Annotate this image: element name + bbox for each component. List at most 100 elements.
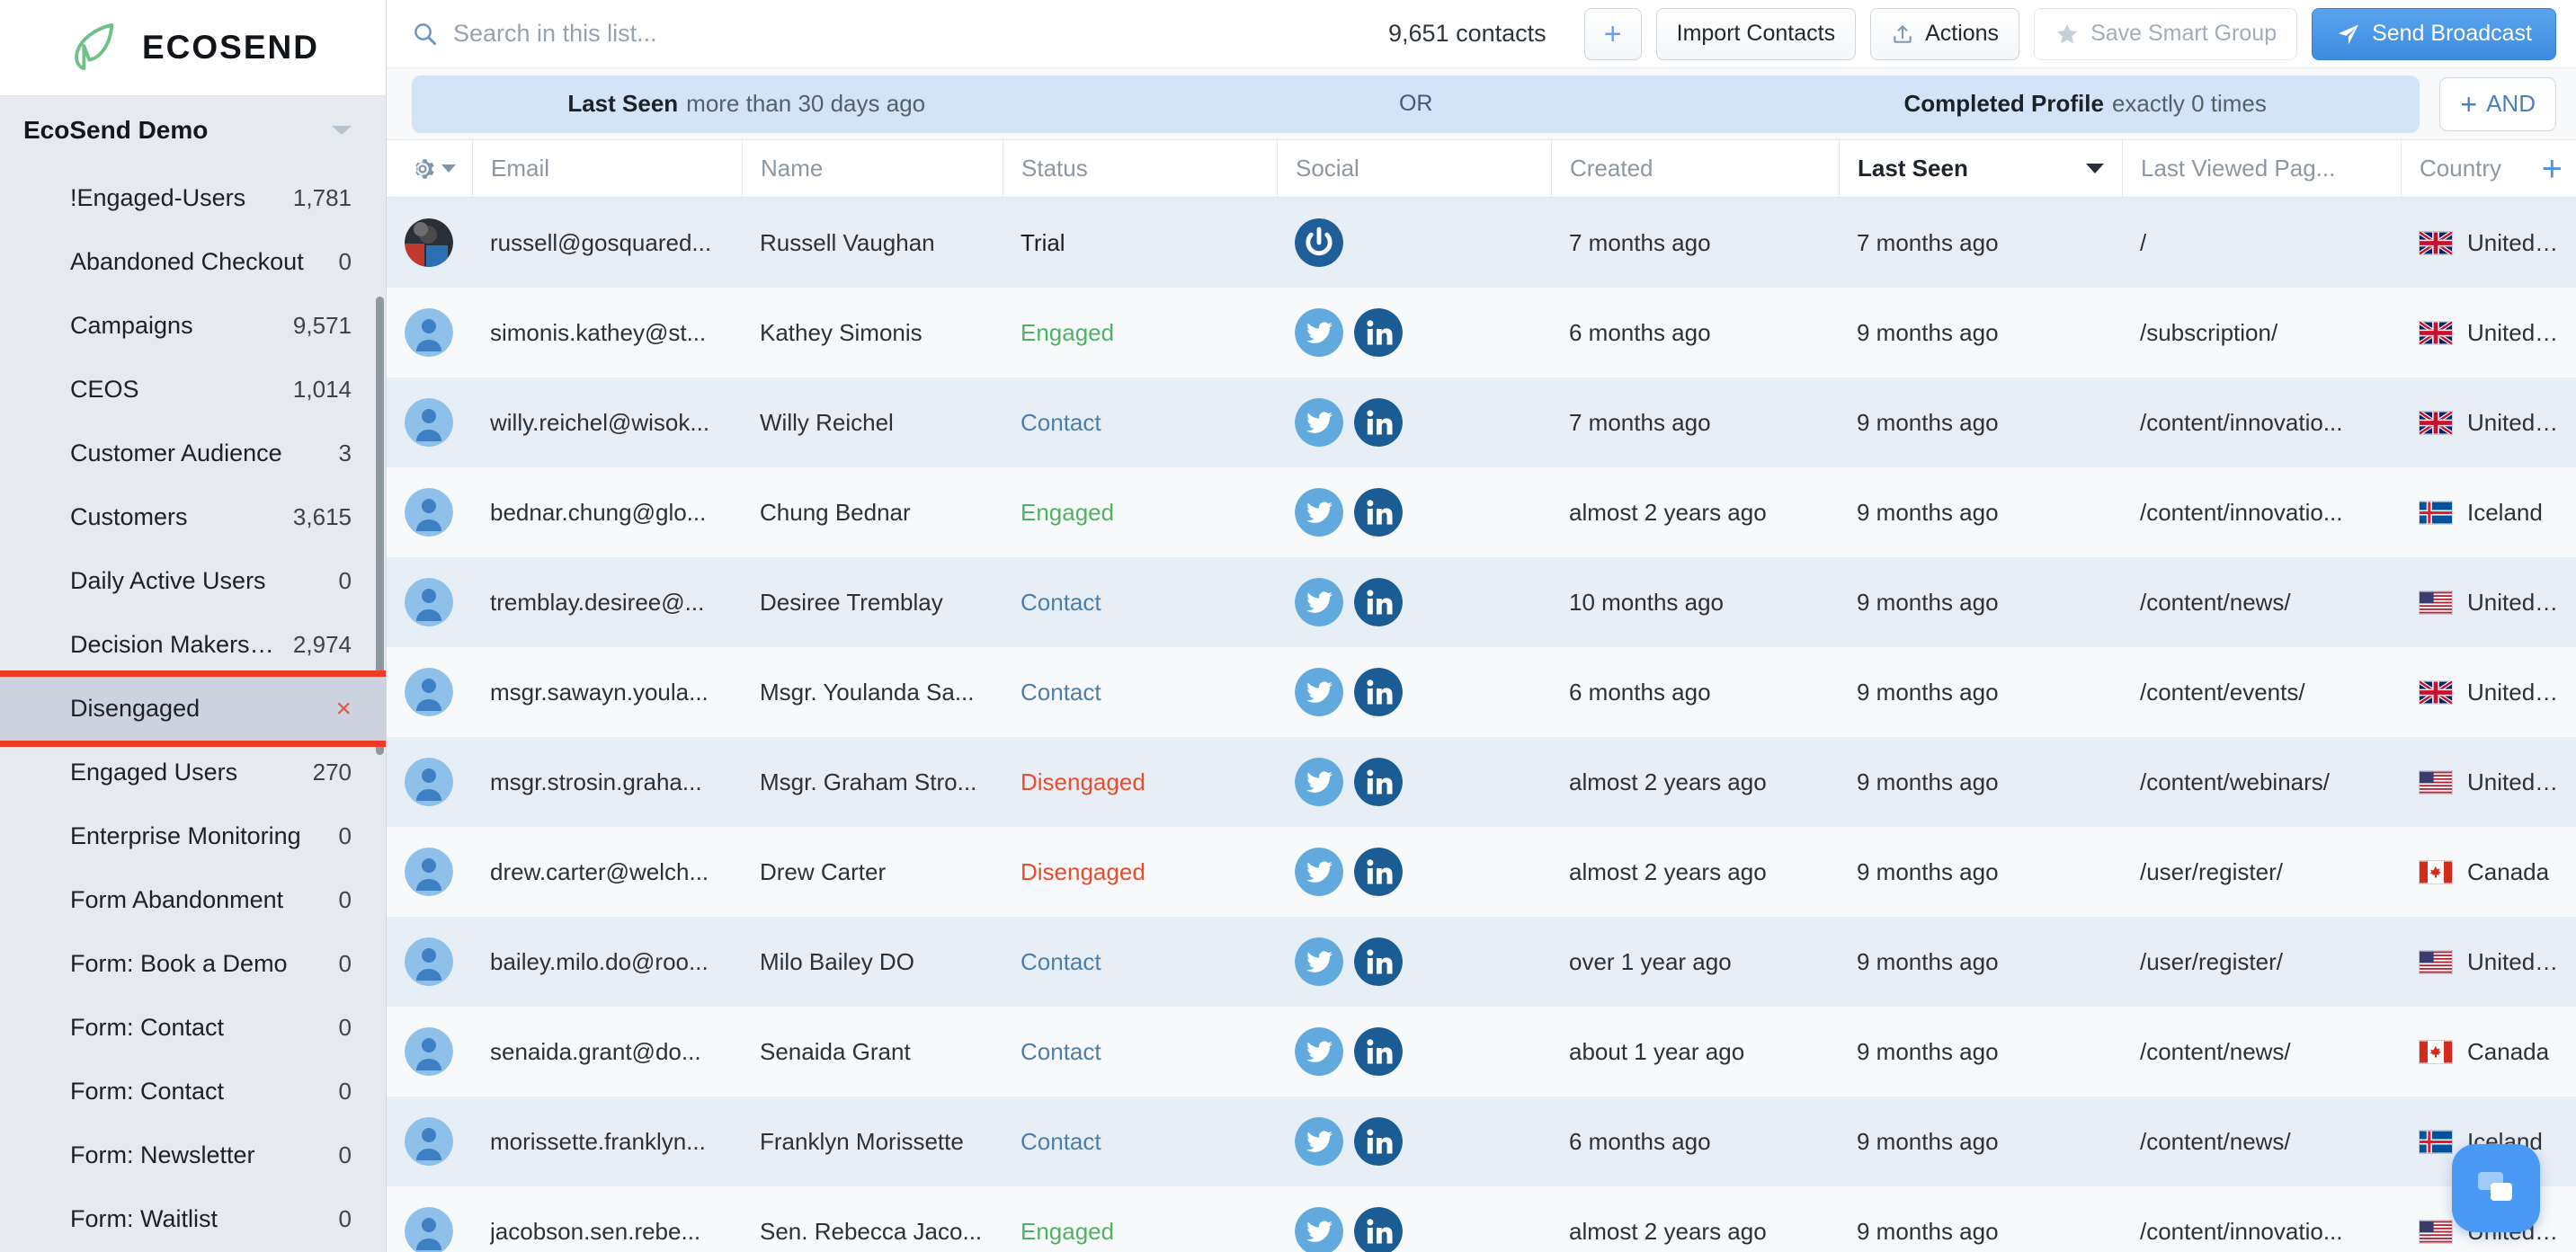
twitter-icon[interactable]	[1295, 1117, 1343, 1166]
avatar[interactable]	[405, 1027, 453, 1076]
linkedin-icon[interactable]	[1354, 488, 1403, 537]
linkedin-icon[interactable]	[1354, 578, 1403, 626]
twitter-icon[interactable]	[1295, 937, 1343, 986]
twitter-icon[interactable]	[1295, 488, 1343, 537]
filter-joiner[interactable]: OR	[1081, 91, 1750, 117]
avatar[interactable]	[405, 668, 453, 716]
linkedin-icon[interactable]	[1354, 1117, 1403, 1166]
twitter-icon[interactable]	[1295, 668, 1343, 716]
sidebar-item-form-contact[interactable]: Form: Contact 0	[0, 1060, 386, 1123]
sidebar-item-form-waitlist[interactable]: Form: Waitlist 0	[0, 1187, 386, 1251]
column-header-status[interactable]: Status	[1003, 140, 1277, 197]
close-icon[interactable]: ×	[335, 695, 352, 723]
filter-pill[interactable]: Last Seen more than 30 days ago OR Compl…	[412, 75, 2420, 133]
table-row[interactable]: bailey.milo.do@roo... Milo Bailey DO Conta…	[387, 917, 2576, 1007]
cell-country: Canada	[2401, 1007, 2576, 1097]
send-broadcast-button[interactable]: Send Broadcast	[2312, 7, 2556, 60]
add-and-filter-button[interactable]: + AND	[2439, 76, 2556, 131]
save-smart-group-button[interactable]: Save Smart Group	[2034, 7, 2298, 60]
table-row[interactable]: drew.carter@welch... Drew Carter Disengage…	[387, 827, 2576, 917]
column-header-social[interactable]: Social	[1277, 140, 1551, 197]
import-contacts-button[interactable]: Import Contacts	[1655, 7, 1857, 60]
table-row[interactable]: simonis.kathey@st... Kathey Simonis Engage…	[387, 288, 2576, 377]
sidebar-item-enterprise-monitoring[interactable]: Enterprise Monitoring 0	[0, 804, 386, 868]
linkedin-icon[interactable]	[1354, 398, 1403, 447]
linkedin-icon[interactable]	[1354, 308, 1403, 357]
chat-widget-button[interactable]	[2452, 1144, 2540, 1232]
column-settings-button[interactable]	[387, 140, 472, 197]
avatar[interactable]	[405, 1117, 453, 1166]
avatar[interactable]	[405, 578, 453, 626]
sidebar-item-abandoned-checkout[interactable]: Abandoned Checkout 0	[0, 230, 386, 294]
country-wrap: Canada	[2419, 858, 2549, 886]
linkedin-icon[interactable]	[1354, 848, 1403, 896]
filter-condition-2[interactable]: Completed Profile exactly 0 times	[1751, 90, 2420, 118]
sidebar-item-decision-makers[interactable]: Decision Makers -... 2,974	[0, 613, 386, 677]
add-column-icon[interactable]: +	[2542, 151, 2563, 187]
table-row[interactable]: msgr.sawayn.youla... Msgr. Youlanda Sa...…	[387, 647, 2576, 737]
avatar[interactable]	[405, 488, 453, 537]
actions-button[interactable]: Actions	[1870, 7, 2020, 60]
table-row[interactable]: bednar.chung@glo... Chung Bednar Engaged al…	[387, 467, 2576, 557]
sidebar-item-form-abandonment[interactable]: Form Abandonment 0	[0, 868, 386, 932]
linkedin-icon[interactable]	[1354, 668, 1403, 716]
column-header-email[interactable]: Email	[472, 140, 742, 197]
brand-header[interactable]: ECOSEND	[0, 0, 386, 96]
sidebar-item-count: 0	[338, 248, 352, 275]
table-row[interactable]: willy.reichel@wisok... Willy Reichel Conta…	[387, 377, 2576, 467]
sidebar-item-disengaged[interactable]: Disengaged ×	[0, 670, 386, 747]
twitter-icon[interactable]	[1295, 578, 1343, 626]
sidebar-item-engaged-users[interactable]: Engaged Users 270	[0, 741, 386, 804]
column-header-country[interactable]: Country +	[2401, 140, 2576, 197]
column-header-last-viewed-page[interactable]: Last Viewed Pag...	[2122, 140, 2401, 197]
table-row[interactable]: tremblay.desiree@... Desiree Tremblay Cont…	[387, 557, 2576, 647]
avatar[interactable]	[405, 937, 453, 986]
column-header-last-seen[interactable]: Last Seen	[1839, 140, 2122, 197]
twitter-icon[interactable]	[1295, 758, 1343, 806]
and-label: AND	[2486, 90, 2536, 117]
search-box[interactable]	[412, 20, 1388, 48]
sidebar-item-form-newsletter[interactable]: Form: Newsletter 0	[0, 1123, 386, 1187]
account-switcher[interactable]: EcoSend Demo	[0, 96, 386, 164]
table-row[interactable]: jacobson.sen.rebe... Sen. Rebecca Jaco...…	[387, 1186, 2576, 1252]
sidebar-item-label: Decision Makers -...	[70, 631, 277, 658]
power-icon[interactable]	[1295, 218, 1343, 267]
avatar[interactable]	[405, 308, 453, 357]
twitter-icon[interactable]	[1295, 1207, 1343, 1252]
linkedin-icon[interactable]	[1354, 1027, 1403, 1076]
sidebar-item-form-contact[interactable]: Form: Contact 0	[0, 996, 386, 1060]
avatar[interactable]	[405, 398, 453, 447]
column-header-name[interactable]: Name	[742, 140, 1003, 197]
table-row[interactable]: russell@gosquared... Russell Vaughan Trial…	[387, 198, 2576, 288]
table-row[interactable]: senaida.grant@do... Senaida Grant Contact a…	[387, 1007, 2576, 1097]
twitter-icon[interactable]	[1295, 848, 1343, 896]
table-row[interactable]: morissette.franklyn... Franklyn Morissett…	[387, 1097, 2576, 1186]
sidebar-item-customer-audience[interactable]: Customer Audience 3	[0, 422, 386, 485]
twitter-icon[interactable]	[1295, 308, 1343, 357]
cell-status: Contact	[1003, 917, 1277, 1007]
linkedin-icon[interactable]	[1354, 1207, 1403, 1252]
avatar[interactable]	[405, 848, 453, 896]
avatar[interactable]	[405, 218, 453, 267]
add-contact-button[interactable]: +	[1583, 7, 1642, 60]
sidebar-item-form-book-a-demo[interactable]: Form: Book a Demo 0	[0, 932, 386, 996]
sidebar-item-customers[interactable]: Customers 3,615	[0, 485, 386, 549]
twitter-icon[interactable]	[1295, 1027, 1343, 1076]
cell-country: United King...	[2401, 288, 2576, 377]
column-header-created[interactable]: Created	[1551, 140, 1839, 197]
cell-created-text: 6 months ago	[1569, 318, 1711, 346]
cell-country: United State...	[2401, 737, 2576, 827]
twitter-icon[interactable]	[1295, 398, 1343, 447]
sidebar-item-campaigns[interactable]: Campaigns 9,571	[0, 294, 386, 358]
sidebar-item-daily-active-users[interactable]: Daily Active Users 0	[0, 549, 386, 613]
linkedin-icon[interactable]	[1354, 937, 1403, 986]
cell-last-viewed-page: /user/register/	[2122, 917, 2401, 1007]
linkedin-icon[interactable]	[1354, 758, 1403, 806]
search-input[interactable]	[453, 20, 1388, 48]
sidebar-item-ceos[interactable]: CEOS 1,014	[0, 358, 386, 422]
filter-condition-1[interactable]: Last Seen more than 30 days ago	[412, 90, 1081, 118]
sidebar-item-engaged-users[interactable]: !Engaged-Users 1,781	[0, 166, 386, 230]
avatar[interactable]	[405, 758, 453, 806]
table-row[interactable]: msgr.strosin.graha... Msgr. Graham Stro..…	[387, 737, 2576, 827]
avatar[interactable]	[405, 1207, 453, 1252]
